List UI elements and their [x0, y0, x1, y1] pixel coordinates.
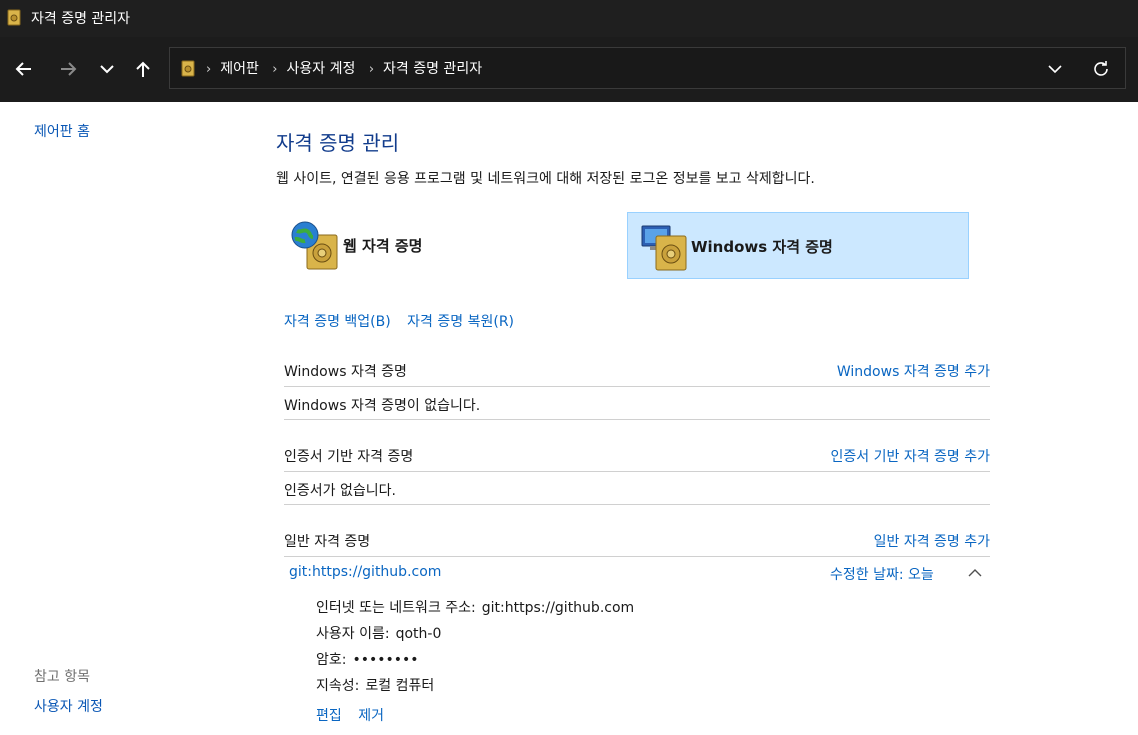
breadcrumb-credential-manager[interactable]: 자격 증명 관리자 [383, 61, 482, 77]
backup-restore-links: 자격 증명 백업(B) 자격 증명 복원(R) [284, 311, 526, 331]
divider [284, 386, 990, 387]
address-dropdown-icon[interactable] [1044, 58, 1066, 80]
web-credentials-button[interactable]: 웹 자격 증명 [279, 212, 621, 279]
windows-credentials-heading: Windows 자격 증명 [284, 364, 407, 380]
credential-password-row: 암호: •••••••• [316, 649, 419, 669]
credential-manager-icon [7, 9, 21, 26]
breadcrumb: › 제어판 › 사용자 계정 › 자격 증명 관리자 [206, 58, 491, 78]
breadcrumb-user-accounts[interactable]: 사용자 계정 [287, 61, 356, 77]
see-also-heading: 참고 항목 [34, 669, 90, 685]
windows-credentials-empty: Windows 자격 증명이 없습니다. [284, 398, 481, 414]
navigation-bar: › 제어판 › 사용자 계정 › 자격 증명 관리자 [0, 37, 1138, 102]
breadcrumb-control-panel[interactable]: 제어판 [220, 61, 259, 77]
breadcrumb-separator-icon[interactable]: › [369, 62, 374, 77]
credential-address-row: 인터넷 또는 네트워크 주소: git:https://github.com [316, 597, 634, 617]
credential-persistence-row: 지속성: 로컬 컴퓨터 [316, 675, 434, 695]
add-certificate-credential-link[interactable]: 인증서 기반 자격 증명 추가 [831, 446, 990, 466]
windows-credentials-button[interactable]: Windows 자격 증명 [627, 212, 969, 279]
forward-arrow-icon[interactable] [57, 58, 79, 80]
password-label: 암호: [316, 652, 347, 668]
control-panel-icon [181, 60, 195, 77]
breadcrumb-separator-icon[interactable]: › [272, 62, 277, 77]
address-bar[interactable]: › 제어판 › 사용자 계정 › 자격 증명 관리자 [169, 47, 1126, 89]
page-description: 웹 사이트, 연결된 응용 프로그램 및 네트워크에 대해 저장된 로그온 정보… [276, 171, 815, 187]
breadcrumb-separator-icon[interactable]: › [206, 62, 211, 77]
control-panel-home-link[interactable]: 제어판 홈 [34, 121, 90, 141]
credential-modified-date[interactable]: 수정한 날짜: 오늘 [830, 564, 934, 584]
up-arrow-icon[interactable] [132, 58, 154, 80]
edit-credential-link[interactable]: 편집 [316, 708, 342, 724]
address-value: git:https://github.com [481, 600, 635, 616]
title-bar: 자격 증명 관리자 [0, 0, 1138, 37]
modified-value: 오늘 [908, 567, 934, 583]
credential-actions: 편집 제거 [316, 705, 396, 725]
collapse-chevron-up-icon[interactable] [966, 566, 984, 580]
divider [284, 556, 990, 557]
modified-label: 수정한 날짜: [830, 567, 904, 583]
persistence-value: 로컬 컴퓨터 [365, 678, 435, 694]
address-label: 인터넷 또는 네트워크 주소: [316, 600, 476, 616]
divider [284, 419, 990, 420]
page-title: 자격 증명 관리 [276, 131, 400, 155]
recent-locations-chevron-icon[interactable] [96, 58, 118, 80]
divider [284, 504, 990, 505]
back-arrow-icon[interactable] [13, 58, 35, 80]
remove-credential-link[interactable]: 제거 [358, 708, 384, 724]
windows-credentials-icon [640, 222, 688, 272]
user-accounts-link[interactable]: 사용자 계정 [34, 696, 103, 716]
divider [284, 471, 990, 472]
credential-username-row: 사용자 이름: qoth-0 [316, 623, 441, 643]
username-value: qoth-0 [395, 626, 442, 642]
window-title: 자격 증명 관리자 [31, 11, 131, 27]
username-label: 사용자 이름: [316, 626, 390, 642]
restore-credentials-link[interactable]: 자격 증명 복원(R) [407, 314, 514, 330]
password-value: •••••••• [352, 652, 419, 668]
generic-credentials-heading: 일반 자격 증명 [284, 534, 371, 550]
web-credentials-label[interactable]: 웹 자격 증명 [343, 235, 422, 256]
certificate-credentials-empty: 인증서가 없습니다. [284, 483, 396, 499]
windows-credentials-label[interactable]: Windows 자격 증명 [691, 236, 833, 257]
certificate-credentials-heading: 인증서 기반 자격 증명 [284, 449, 414, 465]
add-generic-credential-link[interactable]: 일반 자격 증명 추가 [874, 531, 990, 551]
persistence-label: 지속성: [316, 678, 360, 694]
add-windows-credential-link[interactable]: Windows 자격 증명 추가 [837, 361, 990, 381]
credential-name-link[interactable]: git:https://github.com [289, 564, 441, 580]
refresh-icon[interactable] [1090, 58, 1112, 80]
backup-credentials-link[interactable]: 자격 증명 백업(B) [284, 314, 391, 330]
web-credentials-icon [291, 221, 339, 271]
